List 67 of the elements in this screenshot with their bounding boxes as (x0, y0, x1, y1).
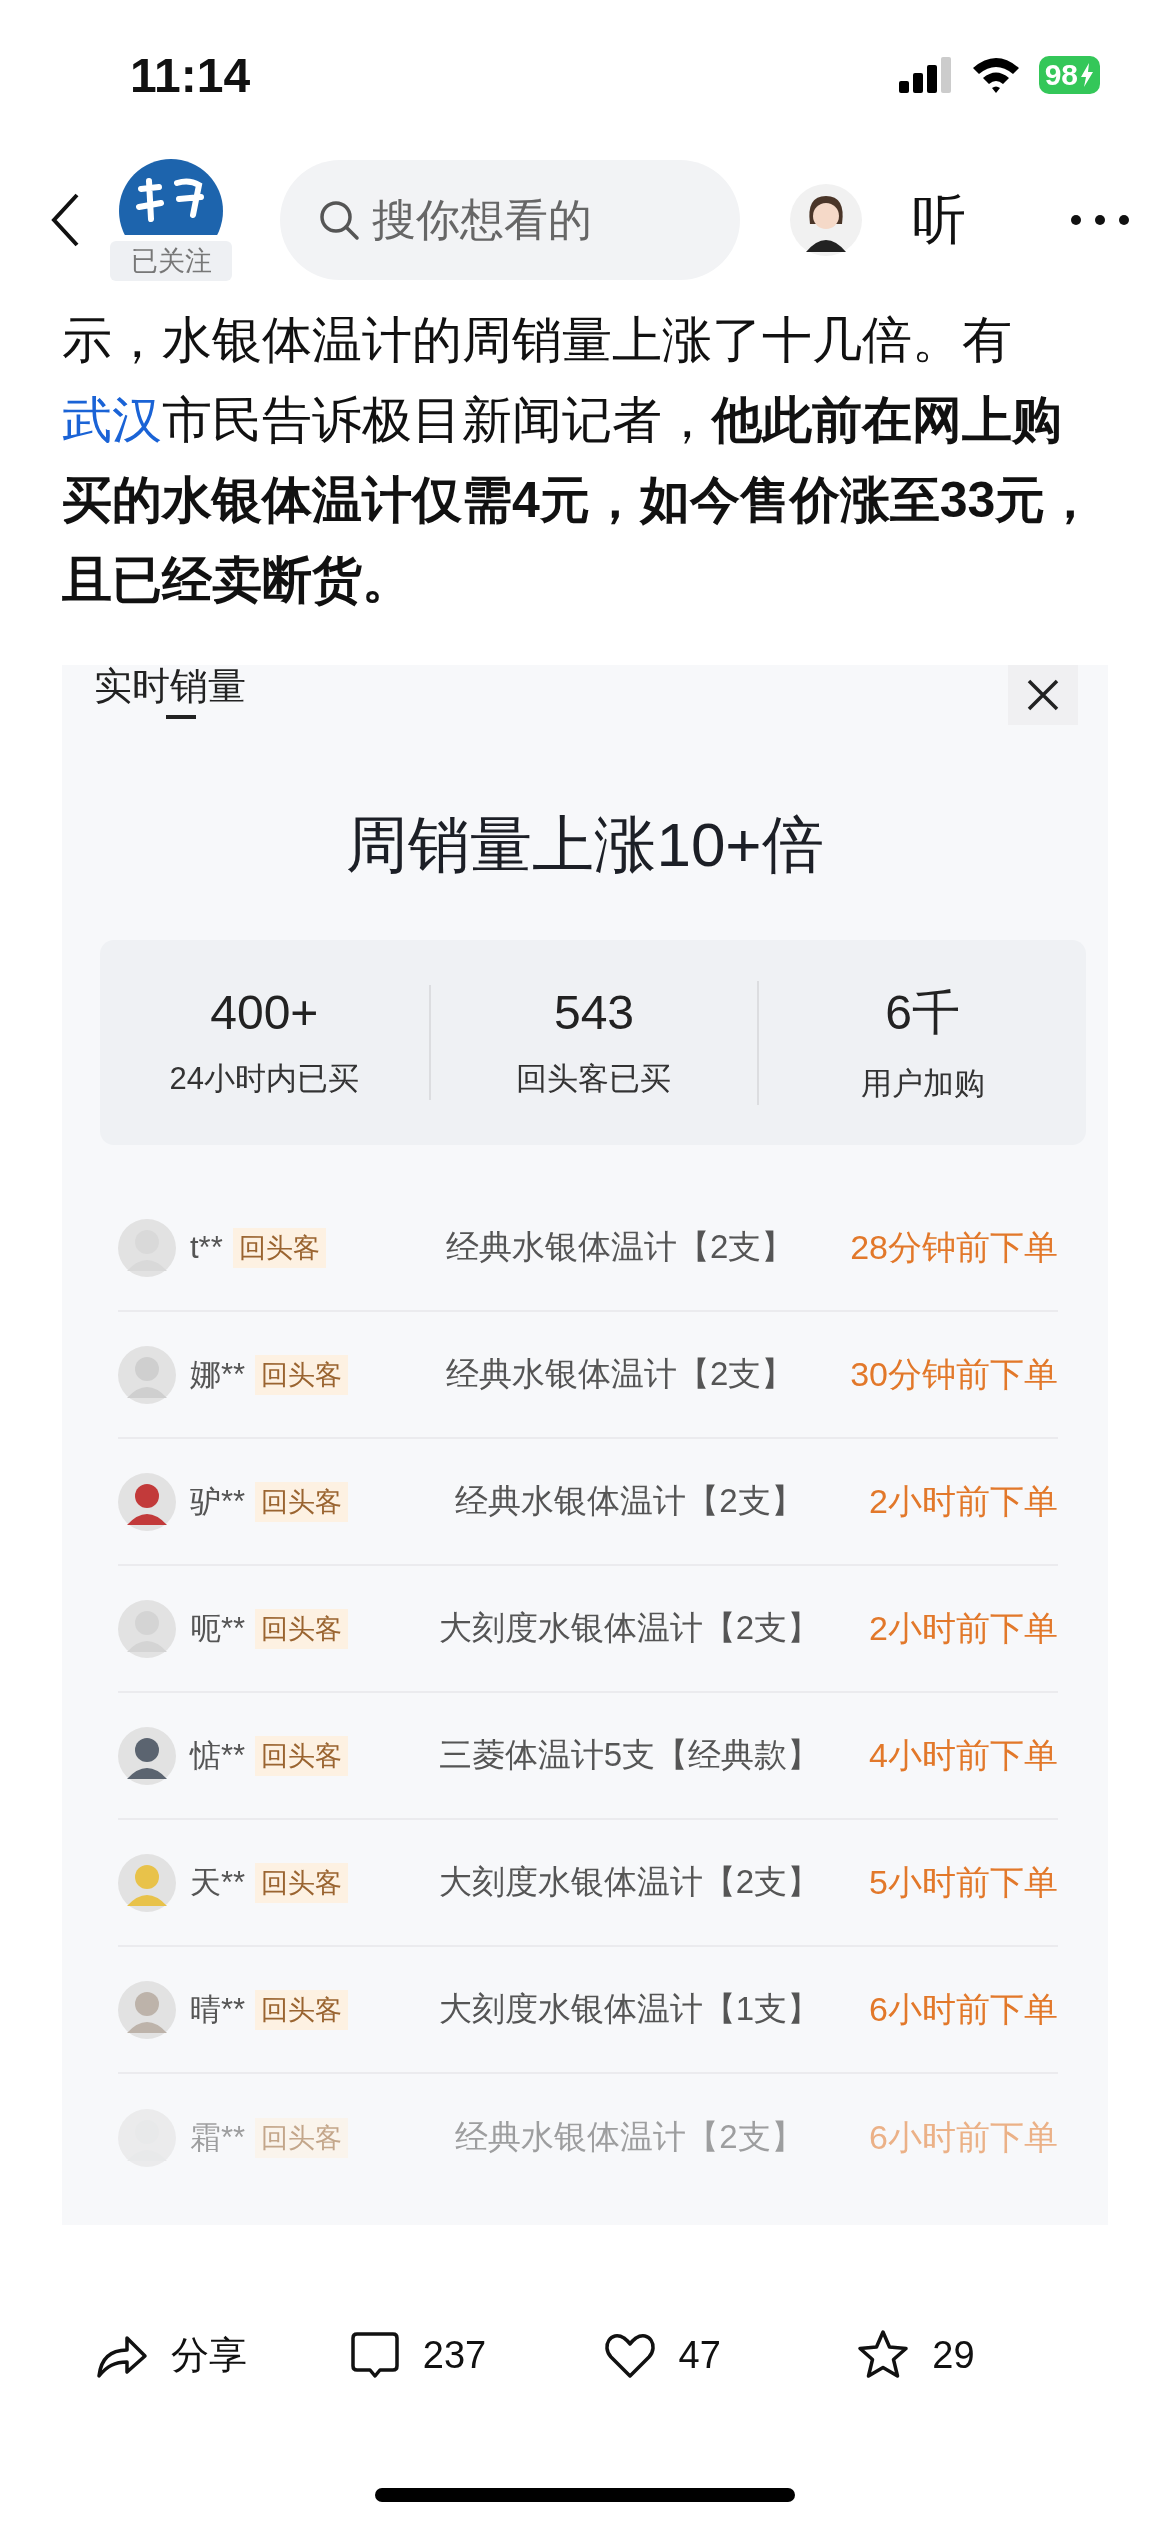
returning-customer-tag: 回头客 (255, 1735, 349, 1776)
returning-customer-tag: 回头客 (232, 1227, 326, 1268)
product-name: 经典水银体温计【2支】 (454, 2117, 805, 2157)
stat-value: 400+ (210, 985, 319, 1040)
listen-button[interactable]: 听 (912, 183, 966, 257)
order-time: 6小时前下单 (869, 2116, 1058, 2158)
stat-value: 6千 (885, 984, 960, 1041)
buyer-name: 晴** (190, 1990, 246, 2029)
order-time: 4小时前下单 (869, 1734, 1058, 1776)
share-button[interactable]: 分享 (95, 2329, 349, 2381)
buyer-name: 天** (190, 1863, 246, 1902)
search-field[interactable]: 搜你想看的 (280, 160, 740, 280)
stat-value: 543 (553, 985, 635, 1040)
logo-icon[interactable] (119, 159, 223, 235)
signal-icon (898, 57, 953, 93)
order-time: 2小时前下单 (869, 1607, 1058, 1649)
returning-customer-tag: 回头客 (255, 1354, 349, 1395)
returning-customer-tag: 回头客 (255, 1608, 349, 1649)
avatar-icon (118, 1980, 176, 2039)
comment-button[interactable]: 237 (348, 2330, 603, 2380)
more-icon[interactable] (1070, 214, 1130, 226)
avatar-icon (118, 1218, 176, 1277)
link[interactable]: 武汉 (62, 392, 162, 448)
like-button[interactable]: 47 (602, 2330, 857, 2380)
back-icon[interactable] (50, 192, 80, 248)
avatar-icon (118, 1472, 176, 1531)
avatar-icon (118, 1853, 176, 1912)
avatar-icon (118, 1599, 176, 1658)
buyer-name: 呃** (190, 1609, 246, 1648)
stat-label: 回头客已买 (516, 1060, 672, 1098)
star-icon (856, 2329, 911, 2381)
returning-customer-tag: 回头客 (255, 1481, 349, 1522)
buyer-name: 惦** (190, 1736, 246, 1775)
buyer-name: 霜** (190, 2118, 246, 2157)
headline: 周销量上涨10+倍 (345, 809, 825, 881)
status-time: 11:14 (130, 47, 252, 103)
returning-customer-tag: 回头客 (255, 1989, 349, 2030)
product-name: 三菱体温计5支【经典款】 (437, 1735, 822, 1775)
product-name: 经典水银体温计【2支】 (444, 1227, 796, 1267)
returning-customer-tag: 回头客 (255, 2117, 349, 2158)
avatar-icon[interactable] (790, 184, 862, 256)
avatar-icon (118, 1726, 176, 1785)
stat-label: 24小时内已买 (169, 1060, 360, 1098)
product-name: 经典水银体温计【2支】 (444, 1354, 796, 1394)
order-time: 28分钟前下单 (850, 1226, 1058, 1268)
close-icon (1026, 678, 1060, 712)
product-name: 经典水银体温计【2支】 (454, 1481, 805, 1521)
battery-indicator: 98 (1038, 56, 1100, 94)
buyer-name: 娜** (190, 1355, 246, 1394)
product-name: 大刻度水银体温计【1支】 (437, 1989, 822, 2029)
avatar-icon (118, 1345, 176, 1404)
buyer-name: t** (190, 1229, 223, 1266)
comment-icon (348, 2330, 401, 2380)
order-time: 6小时前下单 (869, 1988, 1058, 2030)
order-time: 2小时前下单 (869, 1480, 1058, 1522)
product-name: 大刻度水银体温计【2支】 (437, 1862, 822, 1902)
followed-badge: 已关注 (110, 241, 232, 281)
favorite-button[interactable]: 29 (856, 2329, 1110, 2381)
product-name: 大刻度水银体温计【2支】 (437, 1608, 822, 1648)
order-time: 30分钟前下单 (850, 1353, 1058, 1395)
close-button[interactable] (1008, 665, 1078, 725)
returning-customer-tag: 回头客 (255, 1862, 349, 1903)
buyer-name: 驴** (190, 1482, 246, 1521)
order-time: 5小时前下单 (869, 1861, 1058, 1903)
tab[interactable]: 实时销量 (94, 665, 246, 723)
article-paragraph: 示，水银体温计的周销量上涨了十几倍。有 武汉市民告诉极目新闻记者，他此前在网上购买的水银体温计仅需4元，如今售价涨至33元，且已经卖断货。 (61, 311, 1097, 610)
stat-label: 用户加购 (860, 1064, 985, 1103)
